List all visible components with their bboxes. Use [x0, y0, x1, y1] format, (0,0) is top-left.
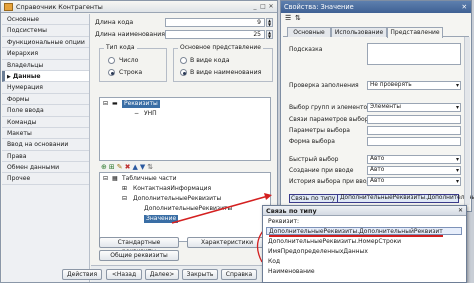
- categories-icon[interactable]: ☰: [285, 14, 291, 22]
- arrow-line: [171, 195, 269, 224]
- tooltip-label: Подсказка: [289, 46, 323, 53]
- choice-history-label: История выбора при вводе: [289, 178, 375, 185]
- properties-toolbar: ☰ ⇅: [283, 14, 469, 24]
- properties-tabs: Основные Использование Представление: [283, 27, 469, 38]
- choice-params-links-field[interactable]: [367, 115, 461, 124]
- properties-titlebar: Свойства: Значение ✕: [281, 1, 471, 13]
- popup-item[interactable]: Наименование: [268, 268, 315, 276]
- link-by-type-field[interactable]: ДополнительныеРеквизиты.Дополнительный: [337, 194, 474, 203]
- create-on-input-label: Создание при вводе: [289, 167, 354, 174]
- popup-item[interactable]: Код: [268, 258, 280, 266]
- choice-params-links-label: Связи параметров выбора: [289, 116, 373, 123]
- choose-groups-select[interactable]: Элементы: [367, 103, 461, 112]
- choice-form-label: Форма выбора: [289, 138, 335, 145]
- arrow-head: [264, 193, 272, 200]
- choice-params-field[interactable]: [367, 126, 461, 135]
- quick-choice-select[interactable]: Авто: [367, 155, 461, 164]
- create-on-input-select[interactable]: Авто: [367, 166, 461, 175]
- sort-alpha-icon[interactable]: ⇅: [295, 14, 301, 22]
- choice-history-select[interactable]: Авто: [367, 177, 461, 186]
- popup-item-selected[interactable]: ДополнительныеРеквизиты.ДополнительныйРе…: [266, 227, 462, 237]
- popup-item[interactable]: ИмяПредопределенныхДанных: [268, 248, 368, 256]
- quick-choice-label: Быстрый выбор: [289, 156, 339, 163]
- choice-form-field[interactable]: [367, 137, 461, 146]
- close-icon[interactable]: ✕: [458, 207, 463, 214]
- link-by-type-label: Связь по типу: [291, 195, 336, 202]
- popup-title: Связь по типу: [263, 206, 466, 216]
- link-by-type-popup: Связь по типу ✕ Реквизит: Дополнительные…: [262, 205, 467, 283]
- check-filling-select[interactable]: Не проверять: [367, 81, 461, 90]
- choice-params-label: Параметры выбора: [289, 127, 350, 134]
- properties-window: Свойства: Значение ✕ ☰ ⇅ Основные Исполь…: [280, 0, 474, 212]
- tab-presentation[interactable]: Представление: [387, 27, 443, 38]
- choose-groups-label: Выбор групп и элементов: [289, 104, 371, 111]
- close-icon[interactable]: ✕: [461, 1, 467, 13]
- properties-scrollbar[interactable]: [464, 37, 470, 205]
- check-filling-label: Проверка заполнения: [289, 82, 359, 89]
- tab-main[interactable]: Основные: [287, 27, 331, 37]
- tooltip-field[interactable]: [367, 43, 461, 65]
- properties-title: Свойства: Значение: [284, 3, 354, 11]
- tab-usage[interactable]: Использование: [331, 27, 387, 37]
- popup-item-label: ДополнительныеРеквизиты.ДополнительныйРе…: [269, 228, 443, 237]
- popup-item[interactable]: ДополнительныеРеквизиты.НомерСтроки: [268, 238, 401, 246]
- attribute-label: Реквизит:: [268, 218, 299, 225]
